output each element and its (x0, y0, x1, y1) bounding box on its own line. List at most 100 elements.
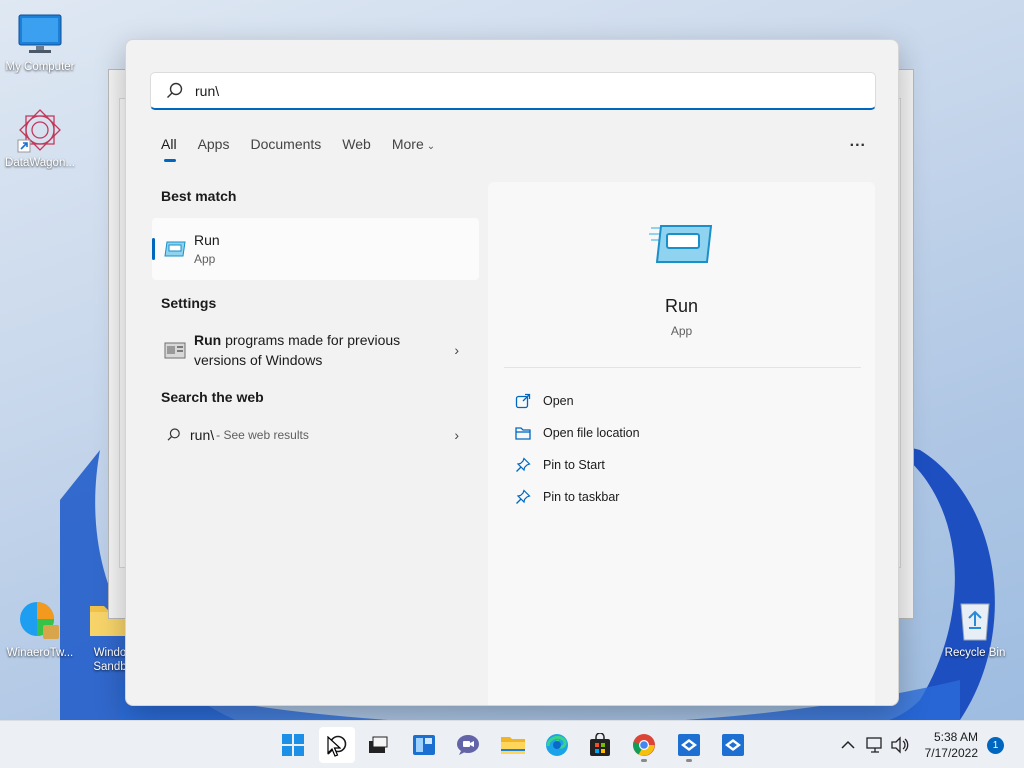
web-suffix: - See web results (216, 428, 309, 442)
chat-button[interactable] (450, 727, 486, 763)
running-indicator (641, 759, 647, 762)
search-panel: All Apps Documents Web More⌄ ... Best ma… (125, 39, 899, 706)
selection-indicator (152, 238, 155, 260)
show-hidden-icons-button[interactable] (838, 735, 858, 755)
tab-label: Documents (250, 136, 322, 152)
chrome-icon (633, 734, 655, 756)
start-button[interactable] (275, 727, 311, 763)
action-label: Pin to taskbar (543, 490, 620, 504)
monitor-icon (18, 14, 62, 53)
task-view-button[interactable] (360, 727, 396, 763)
pin-icon (516, 457, 531, 472)
compatibility-settings-icon (164, 342, 186, 359)
clock-time: 5:38 AM (933, 730, 978, 744)
chrome-button[interactable] (626, 727, 662, 763)
store-button[interactable] (582, 727, 618, 763)
tab-all[interactable]: All (161, 136, 177, 162)
tab-web[interactable]: Web (342, 136, 371, 162)
tab-label: All (161, 136, 177, 152)
file-explorer-button[interactable] (495, 727, 531, 763)
taskbar-search-button[interactable] (319, 727, 355, 763)
action-pin-to-start[interactable]: Pin to Start (514, 449, 640, 481)
windows-logo-icon (282, 734, 304, 756)
edge-icon (546, 734, 568, 756)
winaero-icon (20, 602, 59, 639)
settings-result-rest: programs made for previous versions of W… (194, 332, 401, 368)
settings-result-compatibility[interactable]: Run programs made for previous versions … (152, 323, 479, 377)
sandbox-app-button[interactable] (671, 727, 707, 763)
best-match-run[interactable]: Run App (152, 218, 479, 280)
action-pin-to-taskbar[interactable]: Pin to taskbar (514, 481, 640, 513)
chevron-right-icon[interactable]: › (454, 427, 459, 443)
sandbox-icon (678, 734, 700, 756)
result-title: Run (194, 232, 220, 248)
action-open[interactable]: Open (514, 385, 640, 417)
desktop-icon-datawagon[interactable]: DataWagon... (0, 104, 80, 170)
taskbar: 5:38 AM 7/17/2022 1 (0, 720, 1024, 768)
clock[interactable]: 5:38 AM 7/17/2022 (925, 729, 978, 761)
settings-result-bold: Run (194, 332, 222, 348)
chevron-down-icon: ⌄ (426, 141, 436, 152)
divider (504, 367, 861, 368)
search-web-heading: Search the web (161, 389, 264, 405)
notification-badge[interactable]: 1 (987, 737, 1004, 754)
desktop-icon-winaero[interactable]: WinaeroTw... (0, 594, 80, 660)
volume-button[interactable] (890, 735, 910, 755)
pin-icon (516, 489, 531, 504)
search-icon (327, 735, 347, 755)
web-search-result[interactable]: run\ - See web results › (152, 417, 479, 453)
action-label: Open (543, 394, 574, 408)
chevron-right-icon[interactable]: › (454, 342, 459, 358)
more-options-button[interactable]: ... (850, 133, 866, 151)
best-match-heading: Best match (161, 188, 237, 204)
task-view-icon (369, 736, 388, 753)
preview-actions: Open Open file location Pin to Start Pin… (514, 385, 640, 513)
preview-app-name: Run (664, 296, 699, 316)
desktop-icon-label: Recycle Bin (944, 647, 1006, 659)
web-query: run\ (190, 427, 215, 443)
datawagon-icon (17, 109, 61, 153)
settings-result-text: Run programs made for previous versions … (194, 330, 434, 370)
recycle-bin-icon (960, 603, 990, 641)
sandbox-app-button-2[interactable] (715, 727, 751, 763)
search-icon (167, 82, 183, 98)
action-open-file-location[interactable]: Open file location (514, 417, 640, 449)
tab-documents[interactable]: Documents (250, 136, 321, 162)
tab-label: Web (342, 136, 371, 152)
run-app-icon (164, 241, 186, 257)
search-icon (167, 428, 180, 441)
network-icon (866, 737, 882, 753)
filter-tabs: All Apps Documents Web More ⌄ (161, 136, 456, 162)
tab-label: More (391, 136, 424, 152)
store-icon (590, 733, 610, 756)
folder-open-icon (515, 427, 531, 440)
network-button[interactable] (865, 735, 885, 755)
search-input[interactable] (195, 82, 795, 99)
widgets-icon (413, 735, 435, 755)
desktop-icon-label: My Computer (5, 61, 75, 73)
chevron-up-icon (841, 740, 855, 749)
chat-icon (457, 735, 479, 755)
desktop-icon-my-computer[interactable]: My Computer (0, 8, 80, 74)
preview-pane: Run App Open Open file location Pin to S… (488, 182, 875, 705)
file-explorer-icon (501, 737, 525, 754)
run-app-large-icon (649, 225, 713, 263)
sandbox-icon (722, 734, 744, 756)
tab-label: Apps (197, 136, 230, 152)
tab-more[interactable]: More ⌄ (392, 136, 435, 162)
running-indicator (686, 759, 692, 762)
result-type: App (194, 252, 216, 266)
desktop-icon-label: WinaeroTw... (6, 647, 74, 659)
edge-button[interactable] (539, 727, 575, 763)
action-label: Pin to Start (543, 458, 605, 472)
tab-apps[interactable]: Apps (198, 136, 230, 162)
results-list: Best match Run App Settings Run programs… (152, 188, 479, 453)
widgets-button[interactable] (406, 727, 442, 763)
clock-date: 7/17/2022 (924, 746, 978, 760)
settings-heading: Settings (161, 295, 217, 311)
open-external-icon (515, 393, 531, 409)
preview-app-type: App (670, 324, 693, 338)
desktop-icon-label: DataWagon... (5, 157, 75, 169)
search-box[interactable] (150, 72, 876, 110)
desktop-icon-recycle-bin[interactable]: Recycle Bin (935, 594, 1015, 660)
